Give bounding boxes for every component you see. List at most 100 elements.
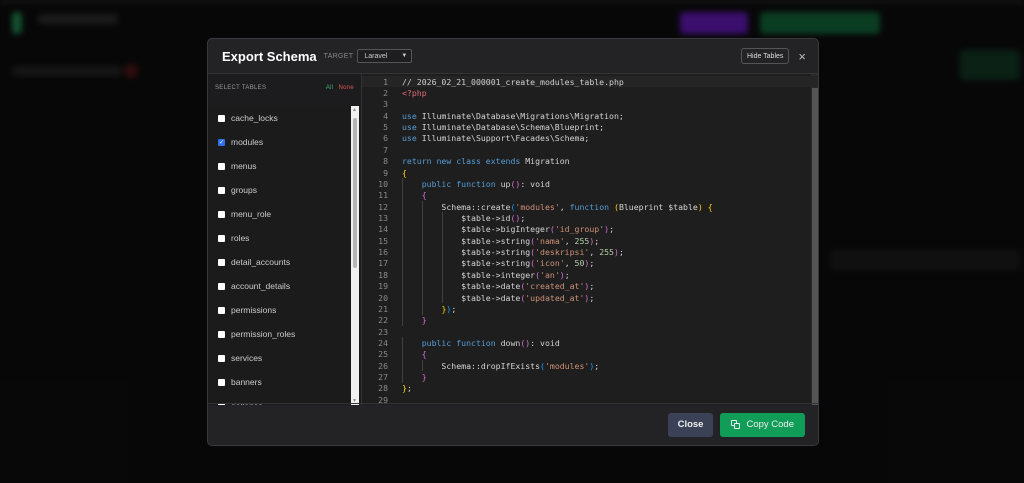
- code-token: (): [510, 212, 521, 223]
- code-token: Blueprint $table: [618, 201, 698, 212]
- table-checkbox[interactable]: [218, 282, 225, 290]
- table-checkbox[interactable]: [218, 234, 225, 242]
- code-token: {: [421, 190, 427, 201]
- table-item[interactable]: permission_roles: [208, 322, 352, 346]
- code-token: 255: [599, 247, 614, 258]
- code-text: $table->bigInteger('id_group');: [402, 224, 614, 234]
- code-text: Schema::create('modules', function (Blue…: [402, 201, 712, 212]
- code-token: ;: [618, 247, 624, 258]
- code-token: ,: [559, 201, 570, 212]
- code-token: ;: [451, 303, 457, 314]
- code-line: 20 $table->date('updated_at');: [362, 291, 818, 304]
- code-token: {: [402, 167, 407, 178]
- scrollbar-thumb[interactable]: [353, 118, 357, 268]
- table-item[interactable]: groups: [208, 178, 352, 202]
- code-line: 26 Schema::dropIfExists('modules');: [362, 359, 818, 372]
- code-token: ;: [589, 258, 595, 269]
- table-name: permissions: [231, 305, 277, 315]
- code-text: public function down(): void: [402, 338, 560, 348]
- table-checkbox[interactable]: [218, 210, 225, 218]
- select-all-link[interactable]: All: [326, 85, 334, 91]
- tables-panel: SELECT TABLES All None cache_locks ✓ modul…: [208, 74, 362, 405]
- code-token: ;: [609, 224, 614, 235]
- close-icon[interactable]: ×: [798, 49, 806, 64]
- table-item[interactable]: roles: [208, 226, 352, 250]
- code-token: public function: [421, 337, 501, 348]
- scroll-up-icon[interactable]: ▲: [352, 107, 357, 113]
- target-select[interactable]: Laravel ▼: [357, 49, 413, 63]
- table-name: banners: [231, 377, 262, 387]
- code-token: $table->date: [402, 292, 521, 303]
- indent-guide: [421, 200, 423, 213]
- table-item[interactable]: cache_locks: [208, 106, 352, 130]
- table-checkbox[interactable]: [218, 162, 225, 170]
- indent-guide: [402, 359, 403, 372]
- table-checkbox[interactable]: [218, 354, 225, 362]
- select-none-link[interactable]: None: [338, 85, 354, 91]
- tables-scrollbar[interactable]: ▲ ▼: [351, 106, 359, 405]
- code-line: 17 $table->string('icon', 50);: [362, 257, 818, 270]
- code-token: 'modules': [515, 201, 560, 212]
- code-token: up: [500, 178, 511, 189]
- code-editor[interactable]: 1 // 2026_02_21_000001_create_modules_tab…: [362, 74, 818, 405]
- table-item[interactable]: menu_role: [208, 202, 352, 226]
- code-token: 'nama': [535, 235, 565, 246]
- code-token: 'id_group': [554, 224, 605, 235]
- table-checkbox[interactable]: [218, 330, 225, 338]
- table-checkbox[interactable]: [218, 258, 225, 266]
- code-text: return new class extends Migration: [402, 156, 570, 166]
- code-line: 23: [362, 326, 818, 337]
- indent-guide: [402, 257, 403, 270]
- code-token: {: [421, 349, 427, 360]
- code-token: <?php: [402, 88, 427, 99]
- code-token: 50: [574, 258, 585, 269]
- line-number: 16: [378, 247, 388, 258]
- line-number: 26: [378, 360, 388, 371]
- code-token: (): [520, 337, 531, 348]
- table-item[interactable]: ✓ modules: [208, 130, 352, 154]
- table-checkbox[interactable]: [218, 378, 225, 386]
- code-token: ;: [564, 269, 570, 280]
- close-button[interactable]: Close: [667, 412, 714, 437]
- table-name: detail_accounts: [231, 257, 291, 267]
- line-number: 27: [378, 372, 388, 383]
- table-checkbox[interactable]: [218, 114, 225, 122]
- code-token: use: [402, 133, 422, 144]
- indent-guide: [441, 269, 443, 281]
- code-text: $table->string('deskripsi', 255);: [402, 247, 624, 257]
- indent-guide: [402, 269, 403, 281]
- table-item[interactable]: services: [208, 346, 352, 370]
- code-text: $table->string('nama', 255);: [402, 236, 599, 246]
- copy-code-button[interactable]: Copy Code: [720, 412, 805, 437]
- dialog-header: Export Schema TARGET Laravel ▼ Hide Tabl…: [208, 39, 818, 74]
- copy-code-label: Copy Code: [746, 419, 794, 430]
- hide-tables-button[interactable]: Hide Tables: [740, 48, 790, 64]
- code-line: 27 }: [362, 371, 818, 383]
- indent-guide: [402, 200, 403, 213]
- table-item[interactable]: menus: [208, 154, 352, 178]
- table-checkbox[interactable]: [218, 306, 225, 314]
- table-item[interactable]: detail_accounts: [208, 250, 352, 274]
- indent-guide: [402, 348, 403, 360]
- code-line: 15 $table->string('nama', 255);: [362, 235, 818, 247]
- code-text: Schema::dropIfExists('modules');: [402, 361, 599, 371]
- code-token: $table->id: [402, 212, 511, 223]
- table-item[interactable]: permissions: [208, 298, 352, 322]
- code-text: $table->string('icon', 50);: [402, 258, 594, 268]
- code-text: public function up(): void: [402, 179, 550, 189]
- code-text: {: [402, 190, 427, 200]
- line-number: 8: [383, 156, 388, 167]
- code-token: $table->date: [402, 281, 521, 292]
- code-line: 13 $table->id();: [362, 212, 818, 224]
- code-line: 3: [362, 99, 818, 110]
- table-item[interactable]: banners: [208, 370, 352, 394]
- code-token: : void: [520, 178, 550, 189]
- table-checkbox[interactable]: [218, 186, 225, 194]
- indent-guide: [402, 371, 403, 383]
- indent-guide: [402, 291, 403, 304]
- table-checkbox[interactable]: ✓: [218, 138, 225, 146]
- code-text: $table->id();: [402, 213, 525, 223]
- dialog-title: Export Schema: [222, 48, 317, 64]
- indent-guide: [441, 291, 443, 304]
- table-item[interactable]: account_details: [208, 274, 352, 298]
